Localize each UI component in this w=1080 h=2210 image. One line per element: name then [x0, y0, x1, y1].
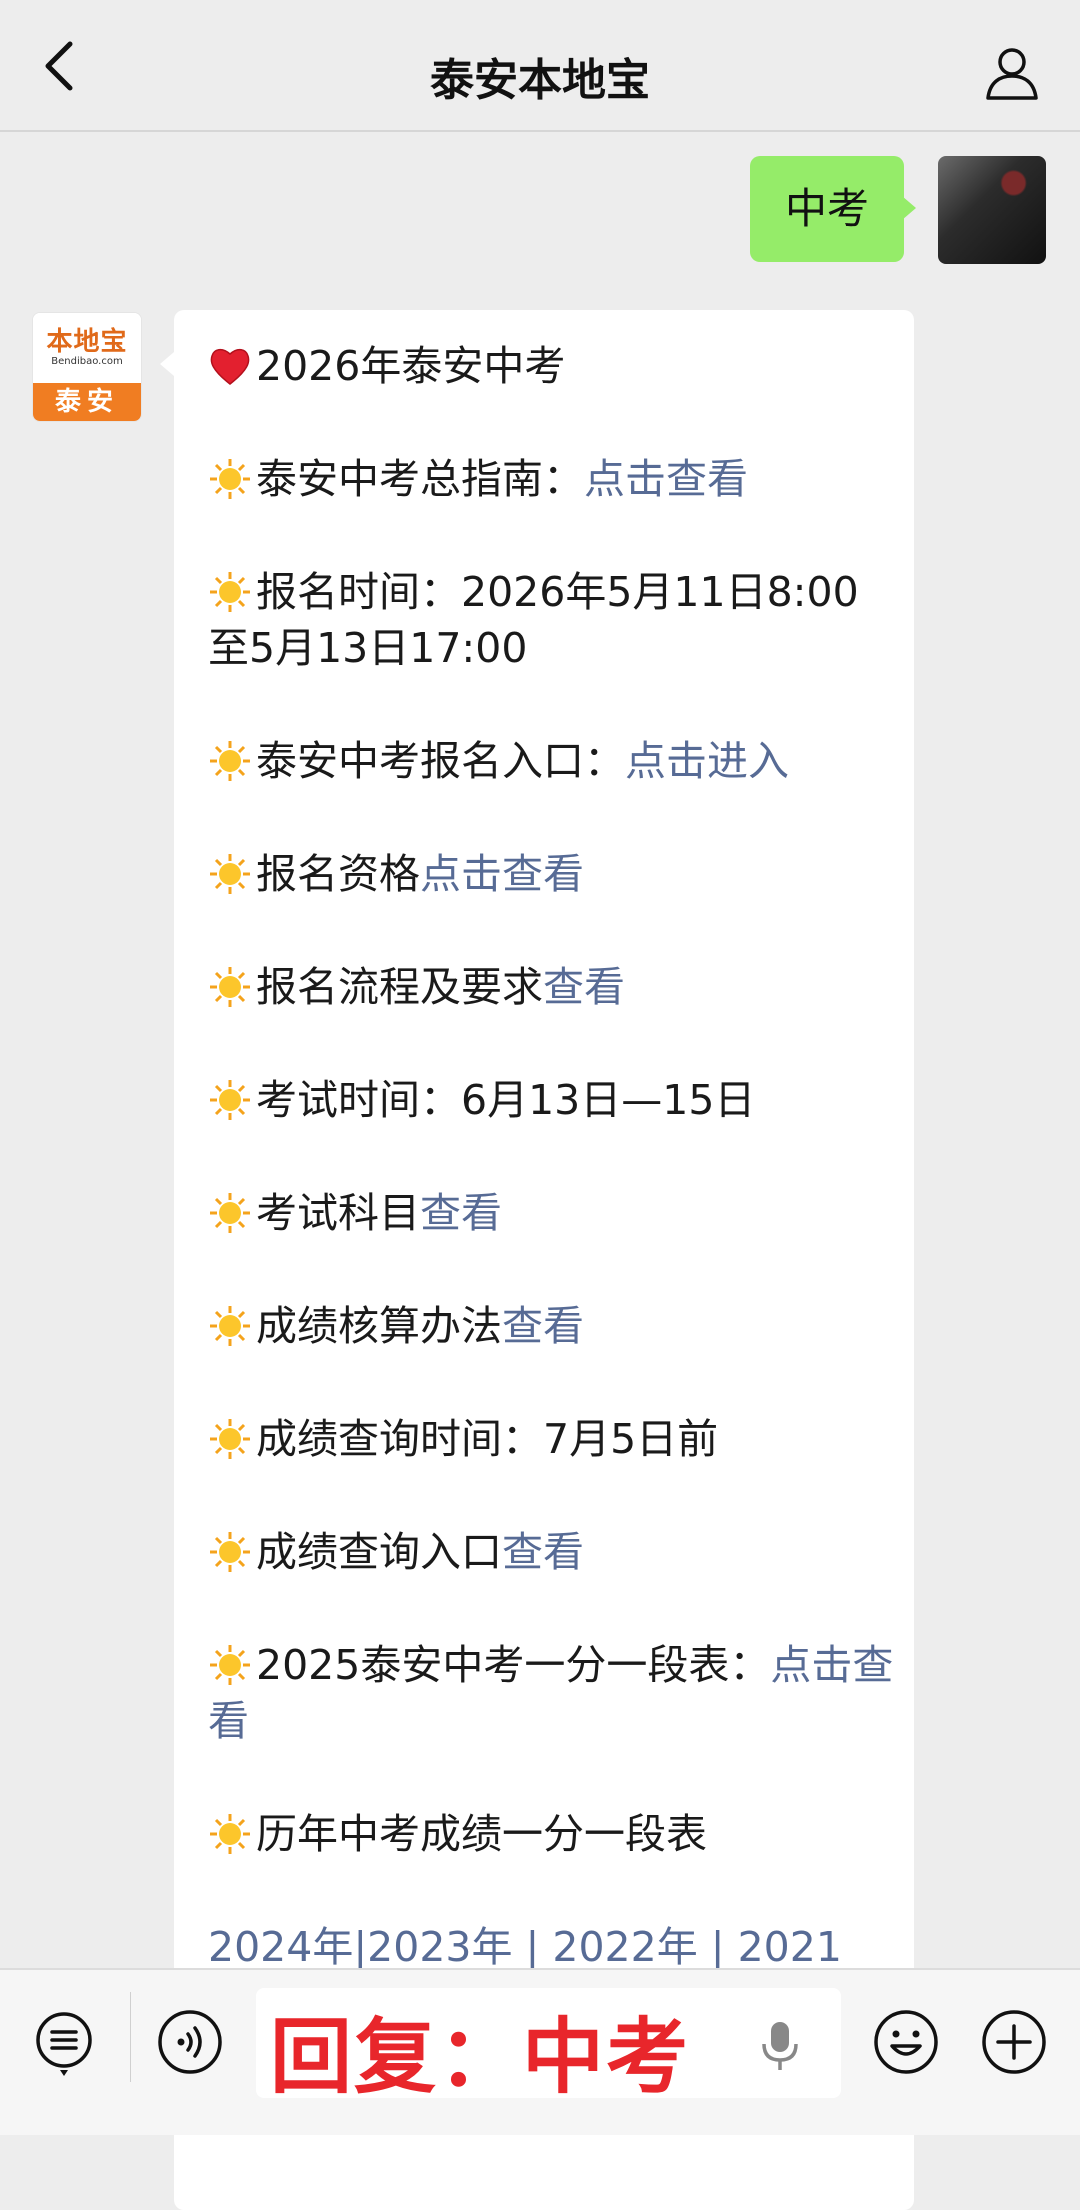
item-link[interactable]: 点击进入	[625, 737, 789, 785]
message-title: 2026年泰安中考	[256, 342, 566, 390]
years-line[interactable]: 2024年|2023年 | 2022年 | 2021	[208, 1923, 842, 1971]
item-text: 历年中考成绩一分一段表	[256, 1810, 707, 1858]
message-item: 2025泰安中考一分一段表：点击查看	[208, 1637, 898, 1749]
item-text: 泰安中考报名入口：	[256, 737, 625, 785]
item-text: 成绩核算办法	[256, 1302, 502, 1350]
item-link[interactable]: 点击查看	[584, 455, 748, 503]
message-item: 报名时间：2026年5月11日8:00至5月13日17:00	[208, 564, 898, 676]
bottom-toolbar: 回复：中考	[0, 1968, 1080, 2135]
item-text: 2025泰安中考一分一段表：	[256, 1641, 771, 1689]
sun-icon	[210, 967, 250, 1007]
item-text: 报名资格	[256, 850, 420, 898]
emoji-icon[interactable]	[872, 2008, 940, 2076]
chat-title: 泰安本地宝	[430, 55, 650, 106]
message-title-line: 2026年泰安中考	[208, 338, 898, 394]
bot-avatar[interactable]: 本地宝 Bendibao.com 泰安	[32, 312, 142, 422]
sun-icon	[210, 854, 250, 894]
outgoing-bubble-tail	[902, 196, 916, 220]
sun-icon	[210, 1080, 250, 1120]
item-link[interactable]: 查看	[420, 1189, 502, 1237]
bot-logo-name: 本地宝	[46, 327, 128, 357]
sun-icon	[210, 1814, 250, 1854]
message-item: 成绩核算办法查看	[208, 1298, 898, 1354]
bot-logo-top: 本地宝 Bendibao.com	[33, 313, 141, 383]
item-text: 考试科目	[256, 1189, 420, 1237]
item-text: 报名流程及要求	[256, 963, 543, 1011]
user-avatar[interactable]	[938, 156, 1046, 264]
sun-icon	[210, 1532, 250, 1572]
sun-icon	[210, 1193, 250, 1233]
sun-icon	[210, 1419, 250, 1459]
sun-icon	[210, 1645, 250, 1685]
item-link[interactable]: 查看	[502, 1528, 584, 1576]
item-link[interactable]: 查看	[543, 963, 625, 1011]
message-item: 考试科目查看	[208, 1185, 898, 1241]
profile-icon[interactable]	[984, 44, 1040, 100]
message-item: 成绩查询时间：7月5日前	[208, 1411, 898, 1467]
sun-icon	[210, 1306, 250, 1346]
outgoing-message-bubble[interactable]: 中考	[750, 156, 904, 262]
item-text: 考试时间：6月13日—15日	[256, 1076, 756, 1124]
years-links[interactable]: 2024年|2023年 | 2022年 | 2021	[208, 1919, 898, 1975]
sun-icon	[210, 459, 250, 499]
add-icon[interactable]	[980, 2008, 1048, 2076]
sun-icon	[210, 572, 250, 612]
message-item: 报名资格点击查看	[208, 846, 898, 902]
microphone-icon[interactable]	[760, 2018, 800, 2074]
message-content: 2026年泰安中考 泰安中考总指南：点击查看 报名时间：2026年5月11日8:…	[208, 338, 898, 2032]
incoming-bubble-tail	[160, 352, 174, 376]
chat-header: 泰安本地宝	[0, 0, 1080, 132]
bot-logo-city: 泰安	[33, 383, 141, 421]
toolbar-divider	[130, 1992, 131, 2082]
message-item: 历年中考成绩一分一段表	[208, 1806, 898, 1862]
message-item: 考试时间：6月13日—15日	[208, 1072, 898, 1128]
incoming-message-bubble: 2026年泰安中考 泰安中考总指南：点击查看 报名时间：2026年5月11日8:…	[174, 310, 914, 2210]
message-item: 报名流程及要求查看	[208, 959, 898, 1015]
item-text: 成绩查询入口	[256, 1528, 502, 1576]
voice-icon[interactable]	[156, 2008, 224, 2076]
item-text: 成绩查询时间：7月5日前	[256, 1415, 719, 1463]
menu-list-icon[interactable]	[30, 2010, 98, 2078]
heart-icon	[210, 348, 250, 385]
item-link[interactable]: 点击查看	[420, 850, 584, 898]
message-item: 成绩查询入口查看	[208, 1524, 898, 1580]
sun-icon	[210, 741, 250, 781]
message-item: 泰安中考总指南：点击查看	[208, 451, 898, 507]
item-link[interactable]: 查看	[502, 1302, 584, 1350]
message-item: 泰安中考报名入口：点击进入	[208, 733, 898, 789]
reply-hint-overlay: 回复：中考	[270, 2010, 691, 2105]
item-text: 泰安中考总指南：	[256, 455, 584, 503]
item-text: 报名时间：2026年5月11日8:00至5月13日17:00	[208, 568, 859, 672]
